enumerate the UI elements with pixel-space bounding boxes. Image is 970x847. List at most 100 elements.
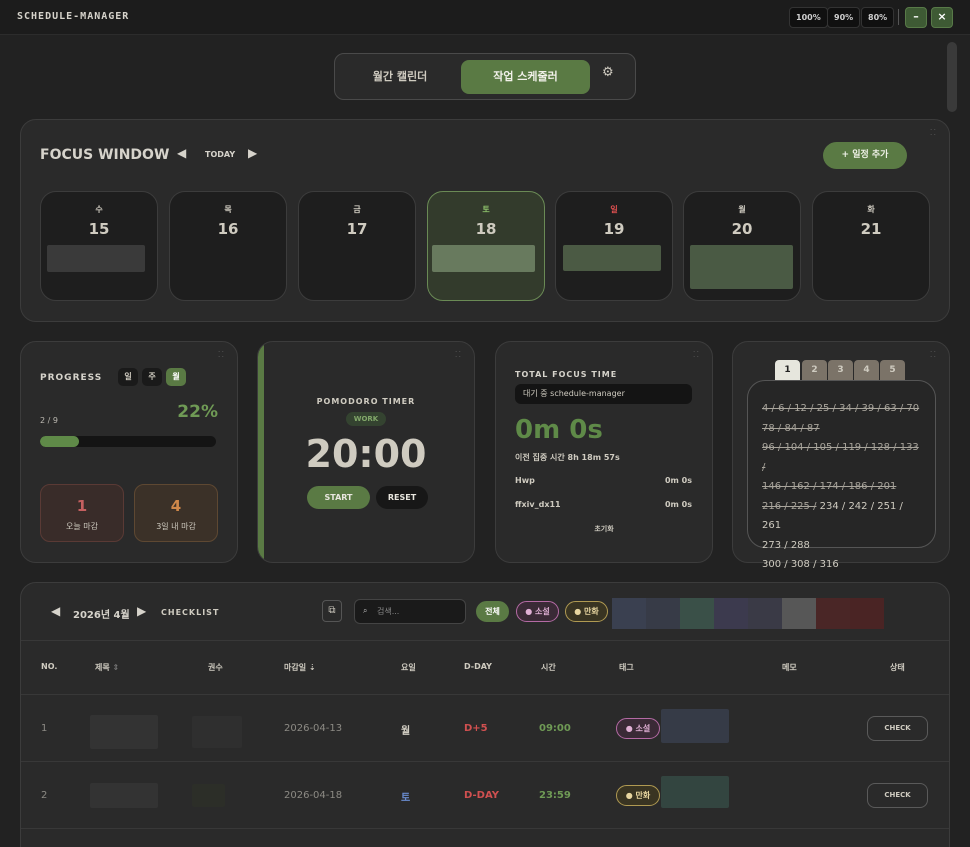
zoom-90-button[interactable]: 90% <box>827 7 861 28</box>
scrollbar-thumb[interactable] <box>947 42 957 112</box>
period-week-toggle[interactable]: 주 <box>142 368 162 386</box>
numbers-tab-1[interactable]: 1 <box>775 360 800 380</box>
add-schedule-button[interactable]: + 일정 추가 <box>823 142 907 169</box>
color-swatch[interactable] <box>680 598 714 629</box>
day-weekday: 목 <box>224 205 232 214</box>
search-input[interactable] <box>377 604 461 619</box>
day-card[interactable]: 일 19 <box>555 191 673 301</box>
numbers-list[interactable]: 4 / 6 / 12 / 25 / 34 / 39 / 63 / 70 78 /… <box>747 380 936 570</box>
minimize-button[interactable]: – <box>905 7 927 28</box>
day-card[interactable]: 월 20 <box>683 191 801 301</box>
day-weekday: 수 <box>95 205 103 214</box>
drag-handle-icon[interactable]: ⁚⁚ <box>218 350 225 359</box>
drag-handle-icon[interactable]: ⁚⁚ <box>693 350 700 359</box>
prev-week-button[interactable]: ◀ <box>177 146 186 160</box>
pomodoro-time: 20:00 <box>305 432 427 476</box>
view-tab-switch: 월간 캘린더 작업 스케줄러 ⚙ <box>334 53 636 100</box>
progress-bar <box>40 436 216 447</box>
progress-percent: 22% <box>177 402 218 422</box>
row-no: 1 <box>41 723 48 734</box>
start-button[interactable]: START <box>307 486 370 509</box>
app-focus-row: Hwp 0m 0s <box>515 476 692 485</box>
tab-task-scheduler[interactable]: 작업 스케줄러 <box>461 60 590 94</box>
search-box: ⌕ <box>354 599 466 624</box>
numbers-line: 300 / 308 / 316 <box>762 559 839 570</box>
col-title-sortable[interactable]: 제목 ⇕ <box>95 662 119 673</box>
drag-handle-icon[interactable]: ⁚⁚ <box>455 350 462 359</box>
copy-icon[interactable]: ⧉ <box>322 600 342 622</box>
col-dday: D-DAY <box>464 662 492 671</box>
tab-monthly-calendar[interactable]: 월간 캘린더 <box>341 60 459 94</box>
row-tag: ● 소설 <box>616 718 660 739</box>
day-date: 15 <box>88 220 110 238</box>
numbers-line: 78 / 84 / 87 <box>762 422 820 434</box>
row-weekday: 토 <box>401 793 411 804</box>
numbers-tab-4[interactable]: 4 <box>854 360 879 380</box>
numbers-tab-5[interactable]: 5 <box>880 360 905 380</box>
day-card[interactable]: 화 21 <box>812 191 930 301</box>
today-button[interactable]: TODAY <box>205 150 235 159</box>
row-due: 2026-04-18 <box>284 790 343 801</box>
minimize-icon: – <box>913 10 919 23</box>
color-swatch[interactable] <box>748 598 782 629</box>
divider <box>21 828 949 829</box>
day-card[interactable]: 목 16 <box>169 191 287 301</box>
numbers-tab-3[interactable]: 3 <box>828 360 853 380</box>
check-button[interactable]: CHECK <box>867 716 928 741</box>
checklist-label: CHECKLIST <box>161 608 220 617</box>
due-today-stat: 1 오늘 마감 <box>40 484 124 542</box>
prev-month-button[interactable]: ◀ <box>51 604 60 618</box>
app-focus-row: ffxiv_dx11 0m 0s <box>515 500 692 509</box>
color-swatch[interactable] <box>850 598 884 629</box>
col-due-sortable[interactable]: 마감일 ⇣ <box>284 662 316 673</box>
color-swatch[interactable] <box>816 598 850 629</box>
col-weekday: 요일 <box>401 663 416 672</box>
col-tag: 태그 <box>619 663 634 672</box>
zoom-80-button[interactable]: 80% <box>861 7 895 28</box>
redacted-event <box>563 245 661 271</box>
day-card-today[interactable]: 토 18 <box>427 191 545 301</box>
numbers-panel-card: ⁚⁚ 1 2 3 4 5 4 / 6 / 12 / 25 / 34 / 39 /… <box>732 341 950 570</box>
progress-bar-fill <box>40 436 79 447</box>
previous-focus-time: 이전 집중 시간 8h 18m 57s <box>515 453 620 462</box>
next-week-button[interactable]: ▶ <box>248 146 257 160</box>
next-month-button[interactable]: ▶ <box>137 604 146 618</box>
redacted-title <box>90 715 158 749</box>
color-swatch[interactable] <box>714 598 748 629</box>
check-button[interactable]: CHECK <box>867 783 928 808</box>
day-card[interactable]: 수 15 <box>40 191 158 301</box>
period-month-toggle[interactable]: 월 <box>166 368 186 386</box>
filter-novel-chip[interactable]: ● 소설 <box>516 601 559 622</box>
focus-window-card: ⁚⁚ FOCUS WINDOW ◀ TODAY ▶ + 일정 추가 수 15 목… <box>20 119 950 322</box>
day-date: 19 <box>603 220 625 238</box>
row-weekday: 월 <box>401 726 411 737</box>
gear-icon[interactable]: ⚙ <box>602 65 614 80</box>
focus-status: 대기 중 schedule-manager <box>515 384 692 404</box>
close-button[interactable]: × <box>931 7 953 28</box>
drag-handle-icon[interactable]: ⁚⁚ <box>930 350 937 359</box>
day-date: 16 <box>217 220 239 238</box>
app-name: Hwp <box>515 476 535 485</box>
day-weekday: 월 <box>738 205 746 214</box>
app-title: SCHEDULE-MANAGER <box>17 11 130 22</box>
row-time: 23:59 <box>539 790 571 801</box>
filter-all-chip[interactable]: 전체 <box>476 601 509 622</box>
sort-desc-icon: ⇣ <box>308 663 316 672</box>
numbers-tab-2[interactable]: 2 <box>802 360 827 380</box>
day-card[interactable]: 금 17 <box>298 191 416 301</box>
color-swatch[interactable] <box>646 598 680 629</box>
redacted-memo <box>661 776 729 808</box>
divider <box>21 761 949 762</box>
filter-comic-chip[interactable]: ● 만화 <box>565 601 608 622</box>
focus-reset-button[interactable]: 초기화 <box>496 524 712 534</box>
drag-handle-icon[interactable]: ⁚⁚ <box>930 128 937 137</box>
row-dday: D-DAY <box>464 790 499 801</box>
period-day-toggle[interactable]: 일 <box>118 368 138 386</box>
reset-button[interactable]: RESET <box>376 486 428 509</box>
zoom-100-button[interactable]: 100% <box>789 7 828 28</box>
progress-card: ⁚⁚ PROGRESS 일 주 월 2 / 9 22% 1 오늘 마감 4 3일… <box>20 341 238 563</box>
numbers-line: 4 / 6 / 12 / 25 / 34 / 39 / 63 / 70 <box>762 403 920 414</box>
color-swatch[interactable] <box>612 598 646 629</box>
day-weekday: 금 <box>353 205 361 214</box>
color-swatch[interactable] <box>782 598 816 629</box>
